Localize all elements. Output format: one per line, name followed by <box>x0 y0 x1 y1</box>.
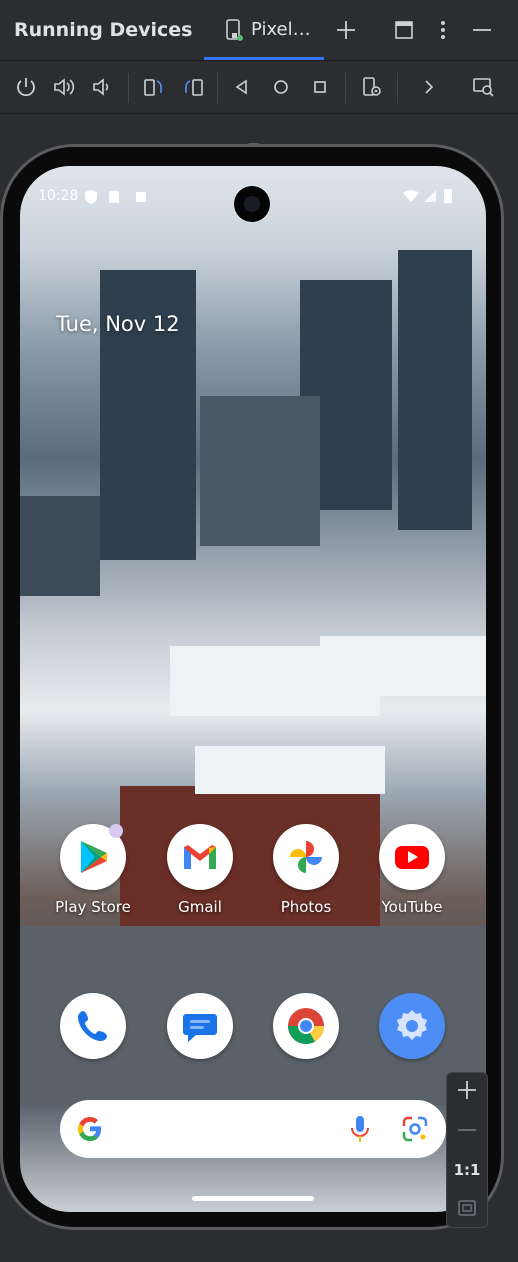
volume-up-icon[interactable] <box>52 75 76 99</box>
app-youtube[interactable]: YouTube <box>362 824 462 916</box>
front-camera <box>234 186 270 222</box>
photos-icon <box>273 824 339 890</box>
messages-icon <box>167 993 233 1059</box>
app-label: Play Store <box>55 898 131 916</box>
lens-icon[interactable] <box>400 1114 430 1148</box>
chrome-icon <box>273 993 339 1059</box>
voice-search-icon[interactable] <box>348 1114 372 1148</box>
tab-pixel[interactable]: Pixel… <box>204 0 324 60</box>
overview-icon[interactable] <box>308 75 332 99</box>
play-store-icon <box>60 824 126 890</box>
rotate-right-icon[interactable] <box>181 75 205 99</box>
device-icon <box>224 19 246 45</box>
dock-phone[interactable] <box>43 993 143 1059</box>
app-play-store[interactable]: Play Store <box>43 824 143 916</box>
home-date[interactable]: Tue, Nov 12 <box>56 312 180 336</box>
home-icon[interactable] <box>269 75 293 99</box>
volume-down-icon[interactable] <box>90 75 114 99</box>
gmail-icon <box>167 824 233 890</box>
zoom-out-icon[interactable] <box>447 1119 487 1145</box>
youtube-icon <box>379 824 445 890</box>
google-logo-icon <box>76 1115 104 1147</box>
back-icon[interactable] <box>230 75 254 99</box>
add-icon[interactable] <box>334 18 358 42</box>
wallpaper-roof <box>320 636 486 696</box>
device-settings-icon[interactable] <box>360 75 384 99</box>
gesture-nav-handle[interactable] <box>192 1196 314 1201</box>
more-icon[interactable] <box>417 75 441 99</box>
minimize-icon[interactable] <box>470 18 494 42</box>
settings-icon <box>379 993 445 1059</box>
dock-messages[interactable] <box>150 993 250 1059</box>
kebab-menu-icon[interactable] <box>431 18 455 42</box>
status-notification-icons <box>84 189 150 209</box>
title-bar: Running Devices Pixel… <box>0 0 518 60</box>
wallpaper-building <box>20 496 100 596</box>
google-search-bar[interactable] <box>60 1100 446 1158</box>
camera-lens <box>244 196 260 212</box>
zoom-actual-size-button[interactable]: 1:1 <box>447 1161 487 1179</box>
power-icon[interactable] <box>14 75 38 99</box>
toolbar-separator <box>345 73 346 103</box>
app-label: Gmail <box>178 898 222 916</box>
app-label: YouTube <box>381 898 443 916</box>
screen-record-icon[interactable] <box>472 75 496 99</box>
wallpaper-building <box>398 250 472 530</box>
maximize-icon[interactable] <box>392 18 416 42</box>
zoom-controls: 1:1 <box>446 1072 488 1228</box>
notification-badge <box>109 824 123 838</box>
app-gmail[interactable]: Gmail <box>150 824 250 916</box>
tab-label: Pixel… <box>251 19 311 40</box>
toolbar-separator <box>397 73 398 103</box>
rotate-left-icon[interactable] <box>142 75 166 99</box>
app-label: Photos <box>280 898 332 916</box>
dock-chrome[interactable] <box>256 993 356 1059</box>
zoom-fit-icon[interactable] <box>447 1197 487 1223</box>
status-system-icons <box>402 188 456 208</box>
zoom-in-icon[interactable] <box>447 1079 487 1105</box>
device-toolbar <box>0 60 518 114</box>
phone-icon <box>60 993 126 1059</box>
toolbar-separator <box>217 73 218 103</box>
panel-title: Running Devices <box>14 19 193 41</box>
toolbar-separator <box>128 73 129 103</box>
status-time: 10:28 <box>38 188 79 204</box>
wallpaper-roof <box>195 746 385 794</box>
dock-settings[interactable] <box>362 993 462 1059</box>
app-photos[interactable]: Photos <box>256 824 356 916</box>
wallpaper-building <box>200 396 320 546</box>
